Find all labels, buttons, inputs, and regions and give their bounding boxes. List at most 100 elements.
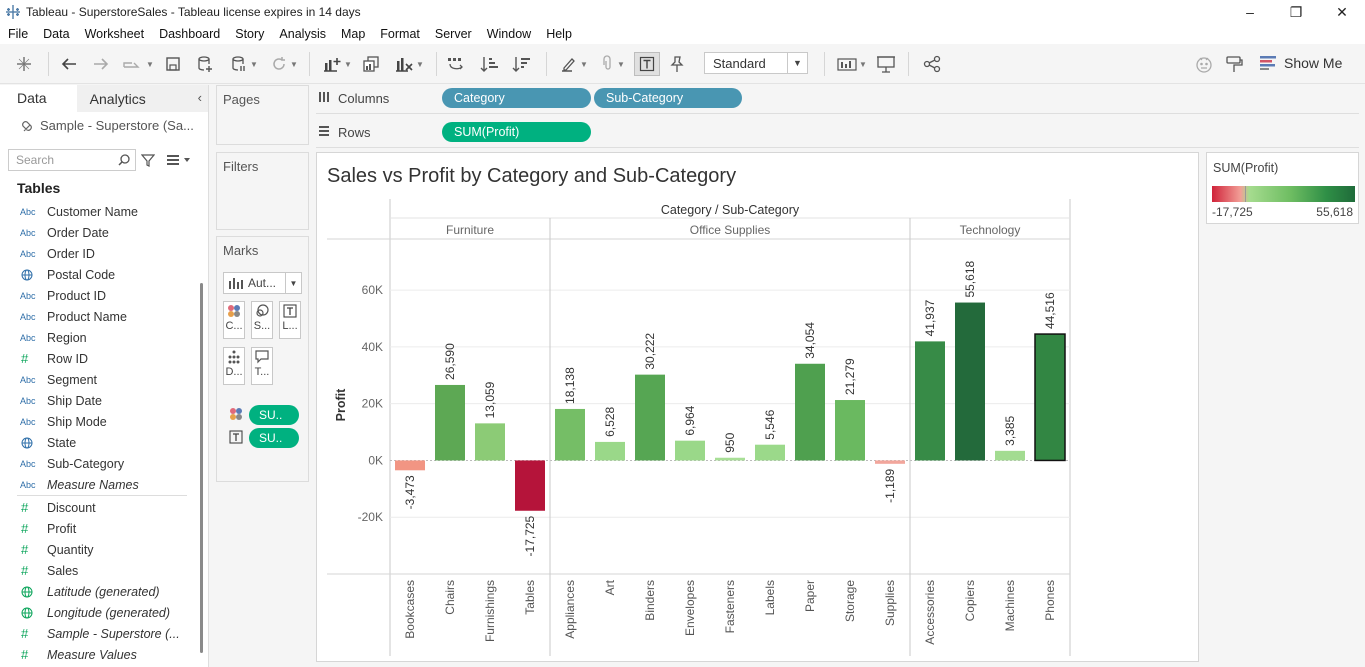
field-item[interactable]: Abc Ship Mode	[0, 411, 107, 432]
tab-analytics[interactable]: Analytics	[76, 85, 208, 112]
data-label: -17,725	[523, 515, 537, 556]
rows-shelf: Rows SUM(Profit)	[316, 118, 1359, 148]
number-type-icon: #	[21, 563, 29, 578]
filter-icon[interactable]	[141, 153, 155, 167]
menu-story[interactable]: Story	[228, 27, 272, 41]
field-item[interactable]: # Measure Values	[0, 644, 137, 665]
field-item[interactable]: # Profit	[0, 518, 76, 539]
tab-data[interactable]: Data	[0, 85, 77, 112]
field-item[interactable]: Postal Code	[0, 264, 115, 285]
field-item[interactable]: Abc Segment	[0, 369, 97, 390]
menu-worksheet[interactable]: Worksheet	[77, 27, 152, 41]
menu-window[interactable]: Window	[479, 27, 538, 41]
menu-file[interactable]: File	[0, 27, 36, 41]
fit-width-icon[interactable]: ▼	[834, 52, 870, 76]
field-item[interactable]: Longitude (generated)	[0, 602, 170, 623]
x-tick-label: Bookcases	[403, 580, 417, 639]
menu-format[interactable]: Format	[373, 27, 428, 41]
data-label: 55,618	[963, 261, 977, 298]
menu-map[interactable]: Map	[333, 27, 372, 41]
menu-analysis[interactable]: Analysis	[272, 27, 334, 41]
field-name: Profit	[47, 521, 77, 536]
filters-card[interactable]: Filters	[216, 152, 309, 230]
scrollbar[interactable]	[200, 283, 203, 653]
collapse-pane-icon[interactable]: ‹	[198, 90, 202, 105]
refresh-icon[interactable]: ▼	[266, 52, 302, 76]
swap-rows-columns-icon[interactable]	[444, 52, 468, 76]
field-item[interactable]: State	[0, 432, 76, 453]
save-icon[interactable]	[162, 52, 184, 76]
menu-dashboard[interactable]: Dashboard	[152, 27, 228, 41]
menu-help[interactable]: Help	[539, 27, 580, 41]
sort-ascending-icon[interactable]	[478, 52, 502, 76]
new-datasource-icon[interactable]	[194, 52, 216, 76]
close-button[interactable]: ✕	[1319, 0, 1365, 24]
field-item[interactable]: Abc Product ID	[0, 285, 106, 306]
label-button[interactable]: L...	[279, 301, 301, 339]
bar	[835, 400, 865, 461]
tooltip-button[interactable]: T...	[251, 347, 273, 385]
mark-type-select[interactable]: Aut... ▼	[223, 272, 302, 294]
clear-sheet-icon[interactable]: ▼	[390, 52, 428, 76]
field-item[interactable]: Abc Region	[0, 327, 87, 348]
undo-icon[interactable]	[58, 52, 80, 76]
presentation-mode-icon[interactable]	[874, 52, 898, 76]
field-item[interactable]: Abc Order ID	[0, 243, 95, 264]
globe-icon	[0, 269, 47, 281]
sum-profit-pill[interactable]: SUM(Profit)	[442, 122, 591, 142]
label-pill[interactable]: SU..	[249, 428, 299, 448]
menu-data[interactable]: Data	[36, 27, 77, 41]
replay-icon[interactable]: ▼	[120, 52, 156, 76]
sort-descending-icon[interactable]	[510, 52, 534, 76]
field-item[interactable]: Abc Ship Date	[0, 390, 102, 411]
new-worksheet-icon[interactable]: ▼	[318, 52, 356, 76]
ask-data-icon[interactable]	[1192, 52, 1216, 76]
data-label: 6,964	[683, 405, 697, 435]
color-pill[interactable]: SU..	[249, 405, 299, 425]
field-item[interactable]: # Row ID	[0, 348, 88, 369]
color-button[interactable]: C...	[223, 301, 245, 339]
fit-select[interactable]: Standard ▼	[704, 52, 808, 74]
field-item[interactable]: Latitude (generated)	[0, 581, 160, 602]
format-painter-icon[interactable]	[1222, 52, 1246, 76]
restore-button[interactable]: ❐	[1273, 0, 1319, 24]
field-item[interactable]: # Sales	[0, 560, 78, 581]
field-item[interactable]: Abc Sub-Category	[0, 453, 124, 474]
view-options-icon[interactable]	[167, 154, 191, 166]
size-button[interactable]: S...	[251, 301, 273, 339]
redo-icon[interactable]	[90, 52, 112, 76]
share-icon[interactable]	[920, 52, 944, 76]
field-item[interactable]: Abc Customer Name	[0, 201, 138, 222]
search-input[interactable]: Search	[8, 149, 136, 171]
field-item[interactable]: # Discount	[0, 497, 96, 518]
pages-card[interactable]: Pages	[216, 85, 309, 145]
field-item[interactable]: Abc Product Name	[0, 306, 127, 327]
tableau-home-icon[interactable]	[12, 52, 36, 76]
minimize-button[interactable]: –	[1227, 0, 1273, 24]
group-members-icon[interactable]: ▼	[594, 52, 630, 76]
category-pill[interactable]: Category	[442, 88, 591, 108]
pause-updates-icon[interactable]: ▼	[226, 52, 262, 76]
duplicate-sheet-icon[interactable]	[360, 52, 382, 76]
show-mark-labels-icon[interactable]	[634, 52, 660, 76]
field-name: Quantity	[47, 542, 94, 557]
fix-axes-icon[interactable]	[666, 52, 688, 76]
data-label: 21,279	[843, 358, 857, 395]
globe-icon	[0, 586, 47, 598]
field-item[interactable]: Abc Order Date	[0, 222, 109, 243]
datasource-item[interactable]: Sample - Superstore (Sa...	[0, 112, 208, 139]
y-tick-label: 0K	[368, 453, 383, 467]
menu-server[interactable]: Server	[427, 27, 479, 41]
detail-button[interactable]: D...	[223, 347, 245, 385]
string-type-icon: Abc	[20, 416, 36, 427]
field-name: Product ID	[47, 288, 107, 303]
field-item[interactable]: # Quantity	[0, 539, 94, 560]
tooltip-icon	[255, 350, 269, 364]
show-me-button[interactable]: Show Me	[1260, 52, 1342, 74]
field-item[interactable]: Abc Measure Names	[0, 474, 139, 495]
chevron-down-icon: ▼	[787, 53, 807, 73]
label-label: L...	[282, 320, 298, 332]
sub-category-pill[interactable]: Sub-Category	[594, 88, 742, 108]
field-item[interactable]: # Sample - Superstore (...	[0, 623, 180, 644]
highlight-icon[interactable]: ▼	[556, 52, 592, 76]
